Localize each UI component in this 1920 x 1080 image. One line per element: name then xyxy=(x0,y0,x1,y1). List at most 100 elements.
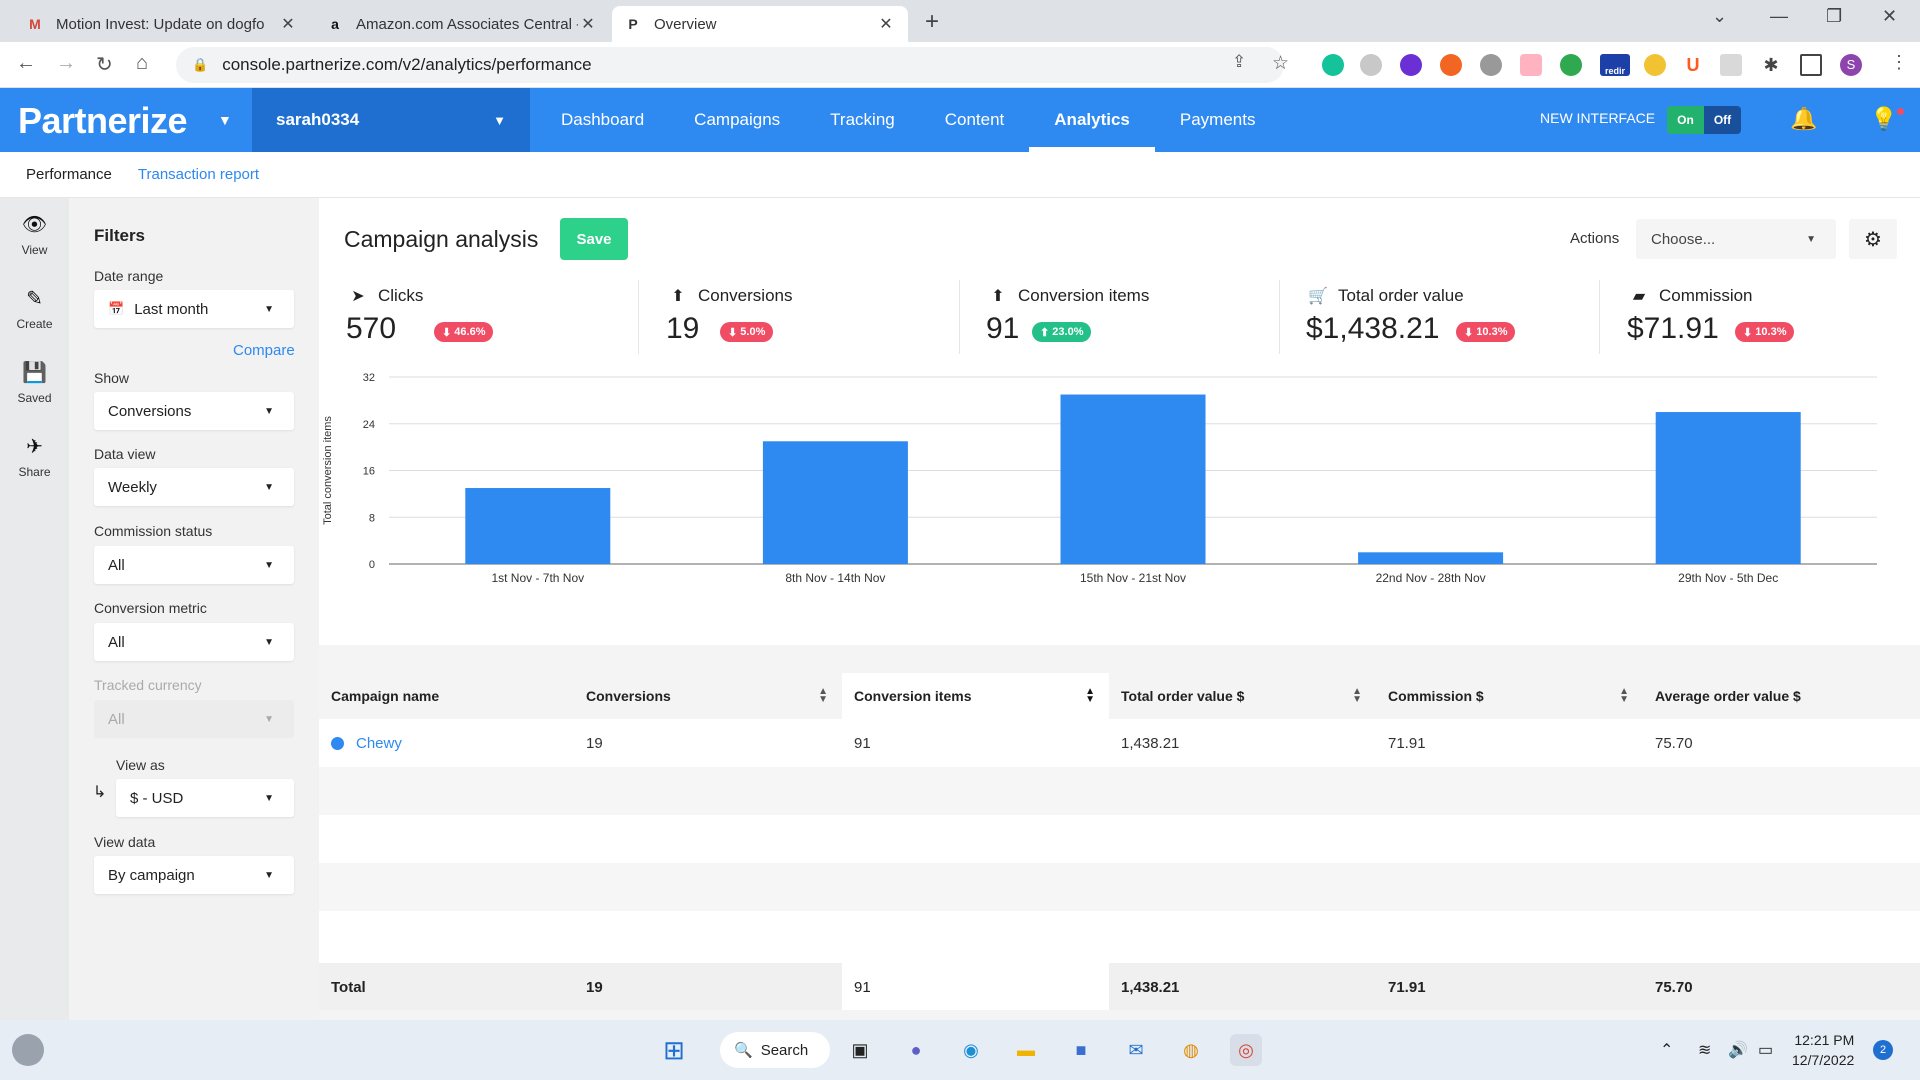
forward-icon[interactable]: → xyxy=(56,52,76,75)
wifi-icon[interactable]: ≋ xyxy=(1698,1040,1711,1060)
eye-icon: 👁 xyxy=(21,214,48,236)
browser-tab-overview[interactable]: P Overview ✕ xyxy=(612,6,908,42)
view-data-select[interactable]: By campaign ▼ xyxy=(94,856,294,894)
maximize-icon[interactable]: ❐ xyxy=(1826,6,1842,27)
calendar-icon: 📅 xyxy=(108,301,125,316)
kpi-clicks: ➤ Clicks 570 ⬇ 46.6% xyxy=(344,278,624,352)
sort-icon[interactable]: ▲ ▼ xyxy=(818,687,828,705)
task-view-icon[interactable]: ▣ xyxy=(844,1034,876,1066)
app-icon[interactable]: ◍ xyxy=(1175,1034,1207,1066)
account-switcher[interactable]: sarah0334 ▼ xyxy=(252,88,530,152)
volume-icon[interactable]: 🔊 xyxy=(1728,1040,1748,1060)
browser-tab-amazon[interactable]: a Amazon.com Associates Central - ✕ xyxy=(314,6,610,42)
search-label: Search xyxy=(760,1041,809,1059)
taskbar-search[interactable]: 🔍 Search xyxy=(720,1032,830,1068)
col-commission[interactable]: Commission $ ▲ ▼ xyxy=(1376,673,1643,719)
notifications-bell-icon[interactable]: 🔔 xyxy=(1790,106,1817,132)
subnav-performance[interactable]: Performance xyxy=(26,166,112,183)
extension-icon[interactable] xyxy=(1440,54,1462,76)
lightbulb-icon[interactable]: 💡 xyxy=(1870,106,1897,132)
settings-button[interactable]: ⚙ xyxy=(1849,219,1897,259)
conversion-metric-select[interactable]: All ▼ xyxy=(94,623,294,661)
extension-icon[interactable] xyxy=(1720,54,1742,76)
bar xyxy=(1358,552,1504,564)
actions-select[interactable]: Choose... ▼ xyxy=(1636,219,1836,259)
redir-extension-icon[interactable]: redir xyxy=(1600,54,1630,76)
puzzle-icon[interactable]: ✱ xyxy=(1760,54,1782,76)
extension-icon[interactable] xyxy=(1520,54,1542,76)
nav-payments[interactable]: Payments xyxy=(1155,88,1281,152)
toggle-off[interactable]: Off xyxy=(1704,106,1741,134)
nav-content[interactable]: Content xyxy=(920,88,1030,152)
extension-u-icon[interactable]: U xyxy=(1682,54,1704,76)
extension-icon[interactable] xyxy=(1360,54,1382,76)
windows-start-icon[interactable]: ⊞ xyxy=(658,1034,690,1066)
show-select[interactable]: Conversions ▼ xyxy=(94,392,294,430)
extension-icon[interactable] xyxy=(1560,54,1582,76)
new-tab-button[interactable]: + xyxy=(925,8,939,36)
close-icon[interactable]: ✕ xyxy=(578,14,598,34)
bookmark-star-icon[interactable]: ☆ xyxy=(1272,52,1289,75)
col-average-order-value[interactable]: Average order value $ xyxy=(1643,673,1920,719)
teams-icon[interactable]: ● xyxy=(900,1034,932,1066)
share-icon[interactable]: ⇪ xyxy=(1232,52,1246,72)
window-close-icon[interactable]: ✕ xyxy=(1882,6,1897,27)
col-total-order-value[interactable]: Total order value $ ▲ ▼ xyxy=(1109,673,1376,719)
col-conversions[interactable]: Conversions ▲ ▼ xyxy=(574,673,842,719)
browser-tab-gmail[interactable]: M Motion Invest: Update on dogfo ✕ xyxy=(14,6,310,42)
rail-view[interactable]: 👁 View xyxy=(0,212,69,257)
profile-avatar[interactable]: S xyxy=(1840,54,1862,76)
nav-campaigns[interactable]: Campaigns xyxy=(669,88,805,152)
weather-icon[interactable] xyxy=(12,1034,44,1066)
new-interface-toggle[interactable]: On Off xyxy=(1667,106,1741,134)
sidepanel-icon[interactable] xyxy=(1800,54,1822,76)
rail-create[interactable]: ✎ Create xyxy=(0,286,69,331)
notification-count[interactable]: 2 xyxy=(1873,1040,1893,1060)
y-tick-label: 32 xyxy=(363,372,375,384)
campaign-link[interactable]: Chewy xyxy=(356,735,402,752)
key-icon[interactable] xyxy=(1644,54,1666,76)
back-icon[interactable]: ← xyxy=(16,52,36,75)
partnerize-logo[interactable]: Partnerize xyxy=(18,100,188,142)
file-explorer-icon[interactable]: ▬ xyxy=(1010,1034,1042,1066)
home-icon[interactable]: ⌂ xyxy=(136,52,148,75)
campaign-analysis-card: Campaign analysis Save Actions Choose...… xyxy=(319,198,1920,645)
url-field[interactable]: 🔒 console.partnerize.com/v2/analytics/pe… xyxy=(176,47,1284,83)
rail-saved[interactable]: 💾 Saved xyxy=(0,360,69,405)
rail-share[interactable]: ✈ Share xyxy=(0,434,69,479)
extension-icon[interactable] xyxy=(1480,54,1502,76)
col-campaign-name[interactable]: Campaign name xyxy=(319,673,574,719)
minimize-icon[interactable]: — xyxy=(1770,6,1788,27)
nav-analytics[interactable]: Analytics xyxy=(1029,88,1155,152)
sort-icon[interactable]: ▲ ▼ xyxy=(1352,687,1362,705)
save-button[interactable]: Save xyxy=(560,218,628,260)
mail-icon[interactable]: ✉ xyxy=(1120,1034,1152,1066)
sort-icon[interactable]: ▲ ▼ xyxy=(1085,687,1095,705)
nav-dashboard[interactable]: Dashboard xyxy=(536,88,669,152)
tab-search-icon[interactable]: ⌄ xyxy=(1712,6,1727,27)
store-icon[interactable]: ■ xyxy=(1065,1034,1097,1066)
chevron-down-icon[interactable]: ▼ xyxy=(218,112,232,128)
sort-icon[interactable]: ▲ ▼ xyxy=(1619,687,1629,705)
col-conversion-items[interactable]: Conversion items ▲ ▼ xyxy=(842,673,1109,719)
chevron-up-icon[interactable]: ⌃ xyxy=(1660,1040,1673,1060)
view-as-select[interactable]: $ - USD ▼ xyxy=(116,779,294,817)
extension-icon[interactable] xyxy=(1400,54,1422,76)
grammarly-icon[interactable] xyxy=(1322,54,1344,76)
commission-status-select[interactable]: All ▼ xyxy=(94,546,294,584)
campaign-name-cell[interactable]: Chewy xyxy=(319,719,402,767)
data-view-select[interactable]: Weekly ▼ xyxy=(94,468,294,506)
subnav-transaction-report[interactable]: Transaction report xyxy=(138,166,259,183)
close-icon[interactable]: ✕ xyxy=(278,14,298,34)
date-range-select[interactable]: 📅 Last month ▼ xyxy=(94,290,294,328)
reload-icon[interactable]: ↻ xyxy=(96,52,113,77)
compare-link[interactable]: Compare xyxy=(233,342,295,359)
edge-icon[interactable]: ◉ xyxy=(955,1034,987,1066)
close-icon[interactable]: ✕ xyxy=(876,14,896,34)
menu-dots-icon[interactable]: ⋮ xyxy=(1890,52,1908,73)
chrome-icon[interactable]: ◎ xyxy=(1230,1034,1262,1066)
nav-tracking[interactable]: Tracking xyxy=(805,88,920,152)
taskbar-clock[interactable]: 12:21 PM 12/7/2022 xyxy=(1792,1030,1854,1070)
toggle-on[interactable]: On xyxy=(1667,106,1704,134)
battery-icon[interactable]: ▭ xyxy=(1758,1040,1773,1060)
